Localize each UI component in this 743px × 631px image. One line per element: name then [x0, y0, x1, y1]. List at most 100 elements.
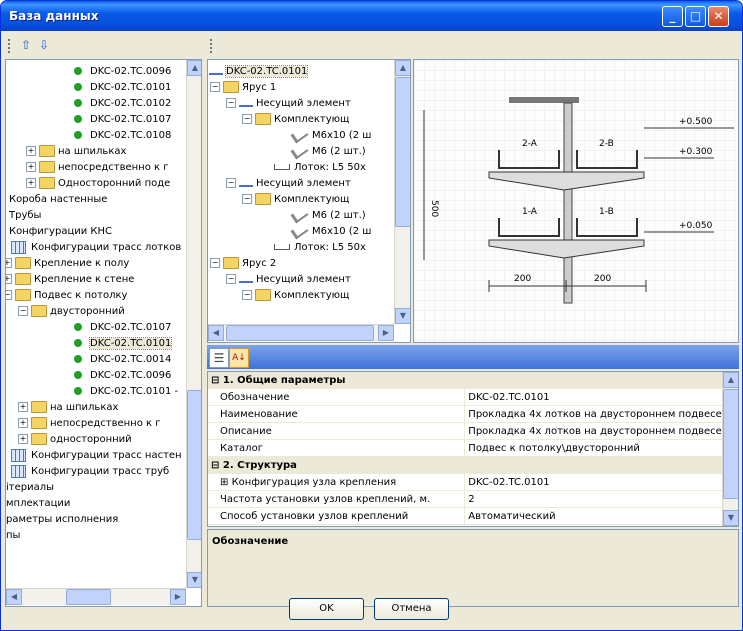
collapse-icon[interactable]: ⊟ [211, 375, 223, 386]
left_tree-row[interactable]: + на шпильках [18, 400, 118, 416]
left_tree-row[interactable]: пы [6, 528, 20, 544]
mid_tree-row[interactable]: − Комплектующ [242, 112, 349, 128]
expand-toggle-icon[interactable]: − [226, 274, 236, 284]
property-vscroll[interactable]: ▲ ▼ [722, 372, 738, 526]
scroll-left-icon[interactable]: ◀ [208, 325, 224, 341]
scroll-right-icon[interactable]: ▶ [170, 589, 186, 605]
scroll-down-icon[interactable]: ▼ [187, 572, 201, 588]
mid_tree-row[interactable]: − Несущий элемент [226, 176, 351, 192]
mid_tree-row[interactable]: Лоток: L5 50x [274, 240, 366, 256]
expand-toggle-icon[interactable]: + [26, 146, 36, 156]
left_tree-row[interactable]: + Крепление к стене [6, 272, 134, 288]
structure-vscroll[interactable]: ▲ ▼ [394, 60, 410, 324]
left_tree-row[interactable]: DKC-02.TC.0101 [74, 336, 173, 352]
left_tree-row[interactable]: + на шпильках [26, 144, 126, 160]
maximize-button[interactable]: □ [685, 6, 706, 27]
sort-alphabetical-icon[interactable]: A↓ [229, 348, 249, 368]
left_tree-row[interactable]: DKC-02.TC.0014 [74, 352, 171, 368]
expand-toggle-icon[interactable]: + [18, 402, 28, 412]
property-value[interactable]: DKC-02.TC.0101 [468, 392, 549, 403]
cancel-button[interactable]: Отмена [374, 598, 449, 620]
left_tree-row[interactable]: − Подвес к потолку [6, 288, 127, 304]
left_tree-row[interactable]: + непосредственно к г [26, 160, 168, 176]
left_tree-row[interactable]: Конфигурации трасс труб [11, 464, 169, 480]
structure-scroll-thumb[interactable] [395, 77, 410, 227]
left-scroll-thumb[interactable] [187, 390, 201, 540]
move-down-icon[interactable]: ⇩ [35, 36, 53, 54]
left_tree-row[interactable]: − двусторонний [18, 304, 125, 320]
minimize-button[interactable]: _ [662, 6, 683, 27]
left_tree-row[interactable]: + Односторонний поде [26, 176, 170, 192]
left_tree-row[interactable]: + Крепление к полу [6, 256, 129, 272]
expand-toggle-icon[interactable]: − [226, 98, 236, 108]
property-row[interactable]: Описание Прокладка 4х лотков на двусторон… [208, 422, 738, 440]
structure-hscroll[interactable]: ◀ ▶ [208, 324, 394, 341]
scroll-down-icon[interactable]: ▼ [723, 510, 738, 526]
left_tree-row[interactable]: DKC-02.TC.0096 [74, 368, 171, 384]
property-value[interactable]: Прокладка 4х лотков на двустороннем подв… [468, 426, 722, 437]
property-row[interactable]: ⊞ Конфигурация узла крепления DKC-02.TC.0… [208, 473, 738, 491]
mid_tree-row[interactable]: − Несущий элемент [226, 96, 351, 112]
mid_tree-row[interactable]: − Несущий элемент [226, 272, 351, 288]
expand-toggle-icon[interactable]: − [242, 114, 252, 124]
left_tree-row[interactable]: Конфигурации трасс настен [11, 448, 182, 464]
mid_tree-row[interactable]: − Ярус 1 [210, 80, 276, 96]
expand-toggle-icon[interactable]: − [242, 194, 252, 204]
left_tree-row[interactable]: Короба настенные [9, 192, 107, 208]
expand-toggle-icon[interactable]: − [18, 306, 28, 316]
mid_tree-row[interactable]: M6x10 (2 ш [290, 126, 371, 144]
property-category[interactable]: ⊟ 2. Структура [208, 456, 738, 474]
property-row[interactable]: Способ установки узлов креплений Автомати… [208, 507, 738, 525]
close-button[interactable]: ✕ [708, 6, 729, 27]
property-row[interactable]: Частота установки узлов креплений, м. 2 [208, 490, 738, 508]
expand-toggle-icon[interactable]: − [242, 290, 252, 300]
property-row[interactable]: Обозначение DKC-02.TC.0101 [208, 388, 738, 406]
expand-toggle-icon[interactable]: + [18, 434, 28, 444]
structure-hscroll-thumb[interactable] [226, 325, 374, 341]
property-value[interactable]: 2 [468, 494, 474, 505]
left_tree-row[interactable]: DKC-02.TC.0101 - [74, 384, 178, 400]
left_tree-row[interactable]: Конфигурации КНС [9, 224, 112, 240]
left_tree-row[interactable]: раметры исполнения [6, 512, 118, 528]
mid_tree-row[interactable]: − Ярус 2 [210, 256, 276, 272]
left_tree-row[interactable]: DKC-02.TC.0107 [74, 112, 171, 128]
mid_tree-row[interactable]: − Комплектующ [242, 192, 349, 208]
property-value[interactable]: Прокладка 4х лотков на двустороннем подв… [468, 409, 722, 420]
scroll-up-icon[interactable]: ▲ [395, 60, 410, 76]
left_tree-row[interactable]: DKC-02.TC.0102 [74, 96, 171, 112]
left_tree-row[interactable]: + односторонний [18, 432, 132, 448]
property-row[interactable]: Каталог Подвес к потолку\двусторонний [208, 439, 738, 457]
mid_tree-row[interactable]: Лоток: L5 50x [274, 160, 366, 176]
expand-toggle-icon[interactable]: − [226, 178, 236, 188]
move-up-icon[interactable]: ⇧ [17, 36, 35, 54]
mid_tree-row[interactable]: − Комплектующ [242, 288, 349, 304]
left-tree-vscroll[interactable]: ▲ ▼ [186, 60, 201, 588]
left_tree-row[interactable]: DKC-02.TC.0101 [74, 80, 171, 96]
property-value[interactable]: Подвес к потолку\двусторонний [468, 443, 640, 454]
left_tree-row[interactable]: Трубы [9, 208, 41, 224]
expand-toggle-icon[interactable]: + [26, 178, 36, 188]
left_tree-row[interactable]: DKC-02.TC.0108 [74, 128, 171, 144]
expand-toggle-icon[interactable]: + [18, 418, 28, 428]
expand-toggle-icon[interactable]: − [6, 290, 12, 300]
scroll-up-icon[interactable]: ▲ [187, 60, 201, 76]
ok-button[interactable]: OK [289, 598, 364, 620]
scroll-down-icon[interactable]: ▼ [395, 308, 410, 324]
expand-toggle-icon[interactable]: + [26, 162, 36, 172]
mid_tree-row[interactable]: M6 (2 шт.) [290, 142, 366, 160]
expand-icon[interactable]: ⊞ [220, 477, 232, 488]
property-value[interactable]: Автоматический [468, 511, 555, 522]
property-category[interactable]: ⊟ 1. Общие параметры [208, 372, 738, 389]
expand-toggle-icon[interactable]: − [210, 258, 220, 268]
left_tree-row[interactable]: ітериалы [6, 480, 54, 496]
left_tree-row[interactable]: Конфигурации трасс лотков [11, 240, 181, 256]
left_tree-row[interactable]: DKC-02.TC.0107 [74, 320, 171, 336]
left-tree-hscroll[interactable]: ◀ ▶ [6, 588, 186, 605]
categorized-view-icon[interactable]: ☰ [209, 348, 229, 368]
left_tree-row[interactable]: DKC-02.TC.0096 [74, 64, 171, 80]
mid_tree-row[interactable]: −DKC-02.TC.0101 [208, 64, 309, 80]
collapse-icon[interactable]: ⊟ [211, 460, 223, 471]
property-row[interactable]: Наименование Прокладка 4х лотков на двуст… [208, 405, 738, 423]
expand-toggle-icon[interactable]: − [210, 82, 220, 92]
scroll-up-icon[interactable]: ▲ [723, 372, 738, 388]
